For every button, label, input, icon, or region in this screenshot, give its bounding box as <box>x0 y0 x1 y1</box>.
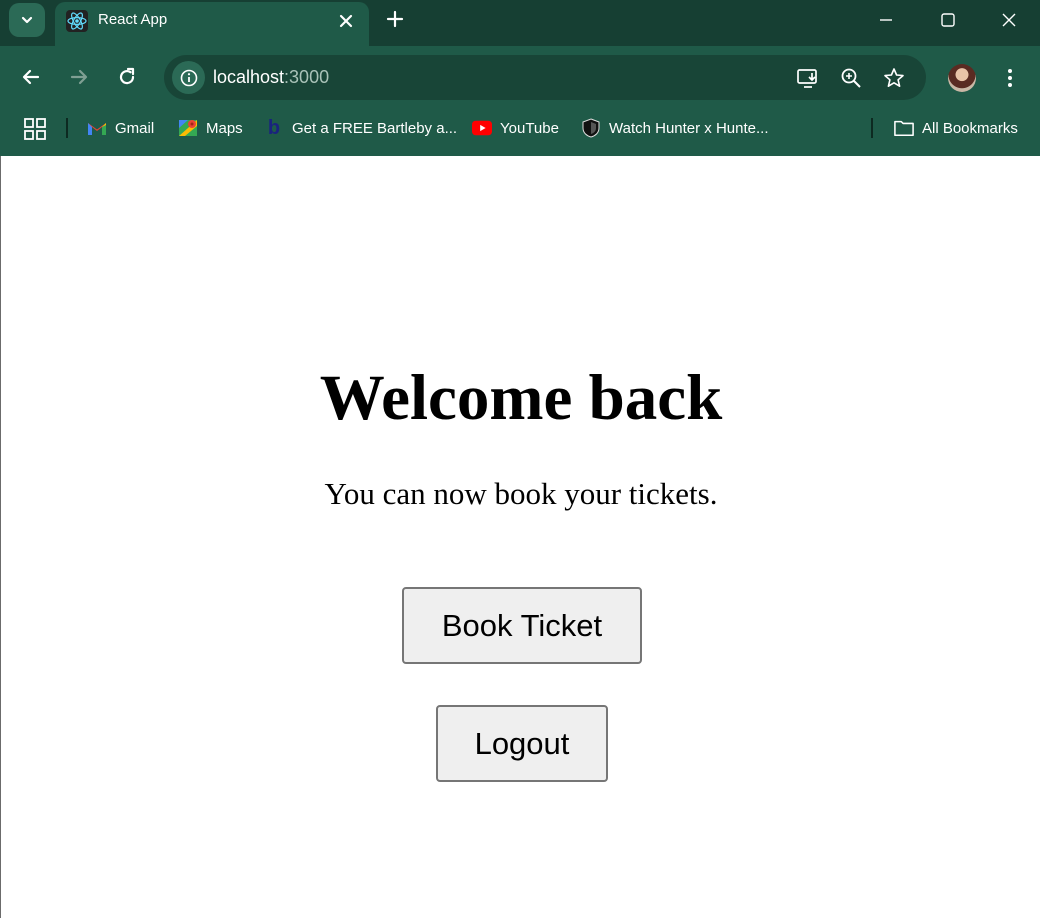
tab-react-app[interactable]: React App <box>55 2 369 46</box>
bookmark-youtube[interactable]: YouTube <box>472 117 559 139</box>
browser-chrome: React App localhost:3000 Gmail Maps b Ge… <box>0 0 1040 156</box>
welcome-subtitle: You can now book your tickets. <box>324 476 718 511</box>
shield-icon <box>581 118 601 138</box>
arrow-right-icon <box>70 69 88 85</box>
page-content: Welcome back You can now book your ticke… <box>0 156 1040 918</box>
minimize-icon <box>880 19 892 21</box>
site-info-button[interactable] <box>172 61 205 94</box>
bookmark-label: Gmail <box>115 119 155 137</box>
browser-toolbar: localhost:3000 <box>0 46 1040 108</box>
folder-icon <box>894 118 914 138</box>
forward-button[interactable] <box>63 61 95 93</box>
maximize-button[interactable] <box>917 0 979 40</box>
info-icon <box>180 69 197 86</box>
browser-menu-button[interactable] <box>996 64 1024 92</box>
logout-button[interactable]: Logout <box>436 705 608 782</box>
close-icon <box>1002 13 1016 27</box>
chevron-down-icon <box>21 16 33 24</box>
close-icon <box>339 14 353 28</box>
minimize-button[interactable] <box>855 0 917 40</box>
bookmark-label: YouTube <box>500 119 559 137</box>
tab-strip: React App <box>0 0 1040 46</box>
reload-icon <box>119 67 135 85</box>
bookmark-gmail[interactable]: Gmail <box>87 117 154 139</box>
bookmark-star-button[interactable] <box>880 64 908 92</box>
url-text: localhost:3000 <box>213 67 329 88</box>
install-app-icon <box>797 69 817 88</box>
bookmarks-divider <box>66 118 68 138</box>
gmail-icon <box>87 118 107 138</box>
tab-title: React App <box>98 11 168 28</box>
book-ticket-button[interactable]: Book Ticket <box>402 587 642 664</box>
close-window-button[interactable] <box>978 0 1040 40</box>
maximize-icon <box>941 13 955 27</box>
more-vert-icon <box>1008 69 1012 87</box>
apps-grid-icon[interactable] <box>24 118 46 140</box>
star-icon <box>884 68 904 87</box>
reload-button[interactable] <box>111 61 143 93</box>
install-app-button[interactable] <box>794 64 822 92</box>
zoom-button[interactable] <box>837 64 865 92</box>
tab-search-button[interactable] <box>9 3 45 37</box>
tab-close-button[interactable] <box>334 9 358 33</box>
bookmarks-divider <box>871 118 873 138</box>
welcome-heading: Welcome back <box>319 362 723 434</box>
all-bookmarks-button[interactable]: All Bookmarks <box>894 117 1018 139</box>
bookmark-label: Get a FREE Bartleby a... <box>292 119 458 137</box>
maps-icon <box>178 118 198 138</box>
zoom-in-icon <box>841 68 861 88</box>
back-button[interactable] <box>15 61 47 93</box>
bartleby-icon: b <box>267 116 281 139</box>
address-bar[interactable]: localhost:3000 <box>164 55 926 100</box>
bookmark-bartleby[interactable]: b Get a FREE Bartleby a... <box>264 117 457 139</box>
bookmark-label: Watch Hunter x Hunte... <box>609 119 769 137</box>
new-tab-button[interactable] <box>382 6 408 32</box>
url-host: localhost <box>213 67 285 87</box>
profile-avatar[interactable] <box>948 64 976 92</box>
bookmark-maps[interactable]: Maps <box>178 117 243 139</box>
plus-icon <box>386 10 404 28</box>
bookmark-label: Maps <box>206 119 243 137</box>
arrow-left-icon <box>22 69 40 85</box>
bookmark-hunter-x-hunter[interactable]: Watch Hunter x Hunte... <box>581 117 769 139</box>
all-bookmarks-label: All Bookmarks <box>922 119 1018 137</box>
react-icon <box>66 10 88 32</box>
youtube-icon <box>472 118 492 138</box>
bookmarks-bar: Gmail Maps b Get a FREE Bartleby a... Yo… <box>0 108 1040 148</box>
url-port: :3000 <box>284 67 330 87</box>
